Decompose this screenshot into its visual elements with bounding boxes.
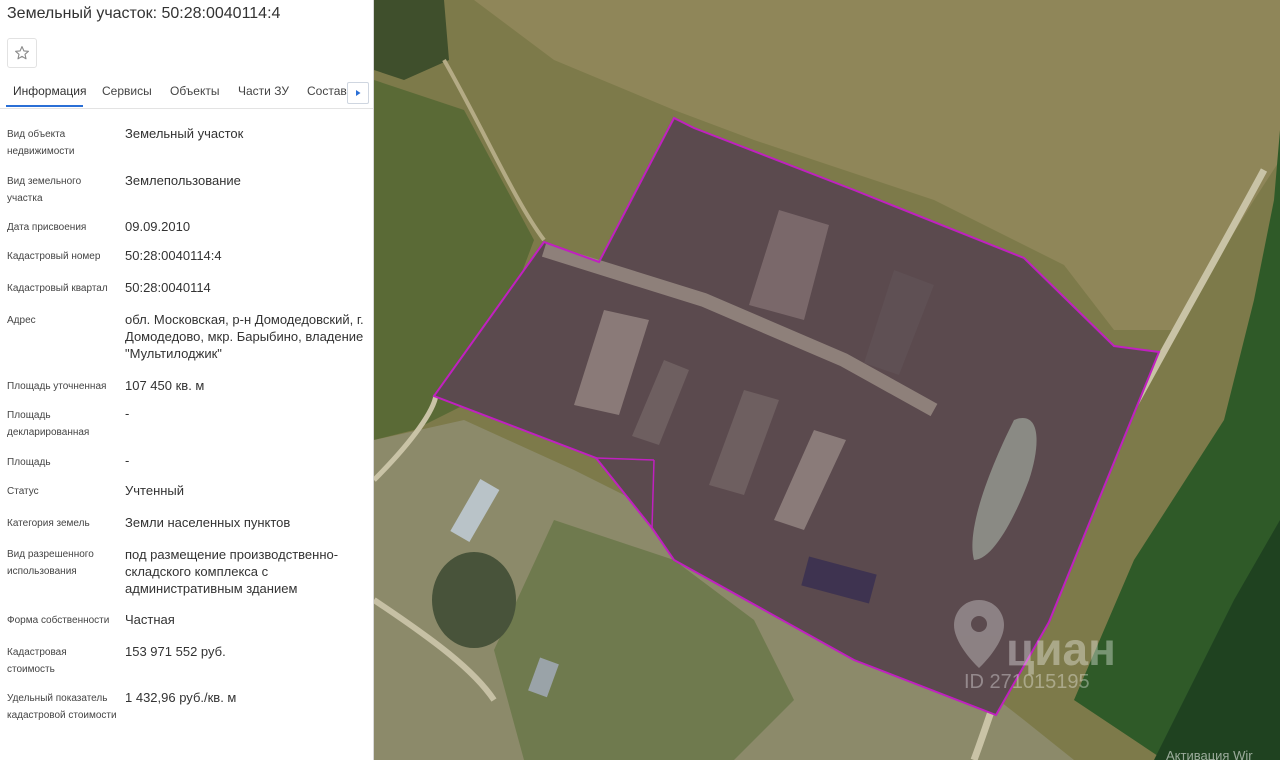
field-value-cadastral-value: 153 971 552 руб. (125, 644, 226, 659)
star-icon (15, 46, 29, 60)
field-value-permitted-use: под размещение производственно-складског… (125, 547, 339, 596)
field-label-parcel-type: Вид земельного участка (7, 176, 82, 204)
info-panel: Земельный участок: 50:28:0040114:4 Инфор… (0, 0, 374, 760)
tab-composition[interactable]: Состав (307, 84, 347, 98)
field-label-area-specified: Площадь уточненная (7, 381, 107, 392)
field-value-land-category: Земли населенных пунктов (125, 515, 291, 530)
field-label-permitted-use: Вид разрешенного использования (7, 549, 94, 577)
tab-services[interactable]: Сервисы (102, 84, 152, 98)
field-value-area: - (125, 453, 130, 468)
field-label-object-type: Вид объекта недвижимости (7, 129, 75, 157)
field-label-area: Площадь (7, 457, 51, 468)
field-label-cadastral-value: Кадастровая стоимость (7, 647, 67, 675)
activation-text: Активация Wir (1166, 748, 1253, 760)
field-value-cadastral-quarter: 50:28:0040114 (125, 280, 211, 295)
field-label-ownership: Форма собственности (7, 615, 110, 626)
pond (432, 552, 516, 648)
caret-right-icon (356, 90, 361, 96)
field-value-cadastral-number: 50:28:0040114:4 (125, 248, 222, 263)
field-value-address: обл. Московская, р-н Домодедовский, г. Д… (125, 312, 364, 361)
field-label-assigned-date: Дата присвоения (7, 222, 87, 233)
tab-parcel-parts[interactable]: Части ЗУ (238, 84, 289, 98)
field-label-cadastral-number: Кадастровый номер (7, 251, 101, 262)
watermark-id: ID 271015195 (964, 671, 1090, 693)
field-value-area-declared: - (125, 406, 130, 421)
field-label-address: Адрес (7, 315, 36, 326)
field-value-specific-value: 1 432,96 руб./кв. м (125, 690, 237, 705)
tabs-next-button[interactable] (347, 82, 369, 104)
field-label-land-category: Категория земель (7, 518, 90, 529)
field-label-status: Статус (7, 486, 39, 497)
page-title: Земельный участок: 50:28:0040114:4 (7, 5, 281, 22)
active-tab-indicator (6, 105, 83, 107)
field-value-parcel-type: Землепользование (125, 173, 241, 188)
tab-information[interactable]: Информация (13, 84, 86, 98)
field-label-area-declared: Площадь декларированная (7, 410, 90, 438)
tab-objects[interactable]: Объекты (170, 84, 220, 98)
field-value-status: Учтенный (125, 483, 185, 498)
field-label-specific-value: Удельный показатель кадастровой стоимост… (7, 693, 117, 721)
field-value-area-specified: 107 450 кв. м (125, 378, 205, 393)
field-label-cadastral-quarter: Кадастровый квартал (7, 283, 108, 294)
field-value-assigned-date: 09.09.2010 (125, 219, 191, 234)
field-value-object-type: Земельный участок (125, 126, 244, 141)
watermark-logo: циан (1006, 623, 1116, 675)
map-canvas: циан ID 271015195 Активация Wir (374, 0, 1280, 760)
field-value-ownership: Частная (125, 612, 175, 627)
favorite-button[interactable] (7, 38, 37, 68)
satellite-map[interactable]: циан ID 271015195 Активация Wir (374, 0, 1280, 760)
